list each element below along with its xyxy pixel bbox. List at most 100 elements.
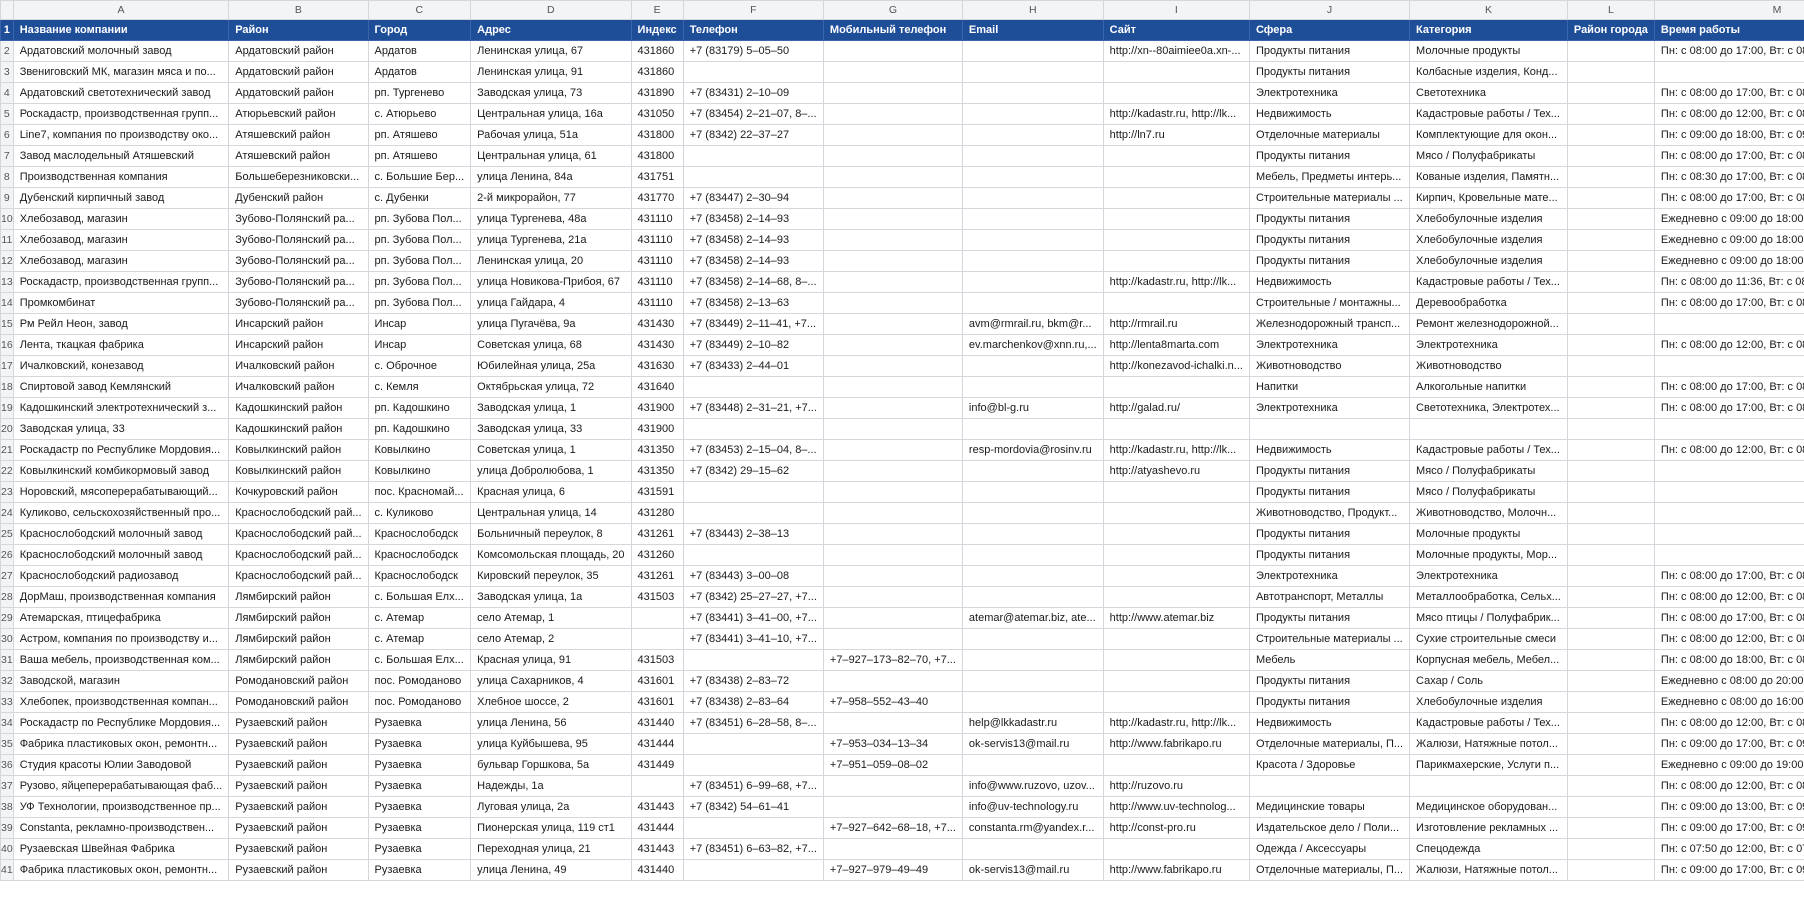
cell[interactable] <box>961 481 1104 503</box>
cell[interactable]: Рузаевский район <box>228 859 369 881</box>
cell[interactable]: http://galad.ru/ <box>1102 397 1250 419</box>
cell[interactable]: Надежды, 1а <box>470 775 632 797</box>
cell[interactable] <box>961 271 1104 293</box>
cell[interactable]: Пн: с 08:00 до 12:00, Вт: с 08:00 до 12:… <box>1653 334 1804 356</box>
cell[interactable]: Заводской, магазин <box>12 670 230 692</box>
cell[interactable]: 431110 <box>630 271 684 293</box>
cell[interactable]: Продукты питания <box>1248 523 1411 545</box>
cell[interactable]: +7 (83458) 2–14–93 <box>682 229 824 251</box>
cell[interactable]: Пн: с 08:00 до 17:00, Вт: с 08:00 до 17:… <box>1653 565 1804 587</box>
cell[interactable] <box>1248 418 1411 440</box>
cell[interactable]: Пн: с 08:00 до 11:36, Вт: с 08:00 до 11:… <box>1653 271 1804 293</box>
cell[interactable] <box>1566 145 1655 167</box>
cell[interactable]: Зубово-Полянский ра... <box>228 271 369 293</box>
cell[interactable]: Ежедневно с 08:00 до 16:00 <box>1653 691 1804 713</box>
cell[interactable]: Атюрьевский район <box>228 103 369 125</box>
cell[interactable]: Краснослободский рай... <box>228 544 369 566</box>
cell[interactable] <box>822 250 963 272</box>
cell[interactable] <box>1102 187 1250 209</box>
cell[interactable] <box>682 733 824 755</box>
cell[interactable] <box>1102 418 1250 440</box>
cell[interactable] <box>822 82 963 104</box>
cell[interactable]: +7–927–173–82–70, +7... <box>822 649 963 671</box>
cell[interactable] <box>961 586 1104 608</box>
cell[interactable] <box>961 61 1104 83</box>
cell[interactable]: http://www.fabrikapo.ru <box>1102 733 1250 755</box>
cell[interactable]: Мебель <box>1248 649 1411 671</box>
cell[interactable]: Центральная улица, 61 <box>470 145 632 167</box>
cell[interactable]: http://kadastr.ru, http://lk... <box>1102 712 1250 734</box>
cell[interactable]: Животноводство, Молочн... <box>1409 502 1568 524</box>
cell[interactable]: Рузаевский район <box>228 754 369 776</box>
cell[interactable] <box>1566 124 1655 146</box>
cell[interactable]: Одежда / Аксессуары <box>1248 838 1411 860</box>
cell[interactable]: улица Добролюбова, 1 <box>470 460 632 482</box>
cell[interactable]: Ичалковский район <box>228 376 369 398</box>
cell[interactable]: Заводская улица, 33 <box>470 418 632 440</box>
cell[interactable]: 431260 <box>630 544 684 566</box>
cell[interactable] <box>1102 670 1250 692</box>
cell[interactable]: Продукты питания <box>1248 460 1411 482</box>
cell[interactable] <box>822 796 963 818</box>
cell[interactable]: рп. Тургенево <box>367 82 472 104</box>
cell[interactable] <box>961 691 1104 713</box>
header-cell[interactable]: Email <box>961 19 1104 41</box>
cell[interactable]: улица Ленина, 84а <box>470 166 632 188</box>
cell[interactable]: http://ruzovo.ru <box>1102 775 1250 797</box>
cell[interactable]: Рузаевка <box>367 817 472 839</box>
cell[interactable]: Животноводство <box>1409 355 1568 377</box>
row-number[interactable]: 25 <box>0 523 14 545</box>
cell[interactable]: Пн: с 08:00 до 17:00, Вт: с 08:00 до 17:… <box>1653 292 1804 314</box>
cell[interactable]: Рузаевская Швейная Фабрика <box>12 838 230 860</box>
cell[interactable]: Зубово-Полянский ра... <box>228 208 369 230</box>
cell[interactable] <box>1102 82 1250 104</box>
cell[interactable]: http://www.uv-technolog... <box>1102 796 1250 818</box>
cell[interactable]: Деревообработка <box>1409 292 1568 314</box>
cell[interactable] <box>1566 481 1655 503</box>
cell[interactable]: улица Пугачёва, 9а <box>470 313 632 335</box>
row-number[interactable]: 18 <box>0 376 14 398</box>
cell[interactable]: Пн: с 08:00 до 17:00, Вт: с 08:00 до 17:… <box>1653 397 1804 419</box>
cell[interactable]: +7–951–059–08–02 <box>822 754 963 776</box>
cell[interactable] <box>1102 208 1250 230</box>
header-cell[interactable]: Время работы <box>1653 19 1804 41</box>
cell[interactable]: Ромодановский район <box>228 691 369 713</box>
cell[interactable]: Переходная улица, 21 <box>470 838 632 860</box>
cell[interactable]: Мясо птицы / Полуфабрик... <box>1409 607 1568 629</box>
cell[interactable] <box>1566 271 1655 293</box>
cell[interactable]: Constanta, рекламно-производствен... <box>12 817 230 839</box>
cell[interactable]: Пн: с 08:00 до 12:00, Вт: с 08:00 до 12:… <box>1653 628 1804 650</box>
cell[interactable]: Юбилейная улица, 25а <box>470 355 632 377</box>
cell[interactable] <box>961 355 1104 377</box>
cell[interactable] <box>1653 481 1804 503</box>
row-number[interactable]: 32 <box>0 670 14 692</box>
cell[interactable]: Животноводство, Продукт... <box>1248 502 1411 524</box>
cell[interactable]: Пн: с 08:00 до 12:00, Вт: с 08:00 до 12:… <box>1653 103 1804 125</box>
cell[interactable]: Ваша мебель, производственная ком... <box>12 649 230 671</box>
cell[interactable]: Алкогольные напитки <box>1409 376 1568 398</box>
cell[interactable] <box>1248 775 1411 797</box>
cell[interactable] <box>1566 292 1655 314</box>
row-number[interactable]: 14 <box>0 292 14 314</box>
cell[interactable] <box>822 502 963 524</box>
cell[interactable]: Заводская улица, 1а <box>470 586 632 608</box>
cell[interactable]: Медицинское оборудован... <box>1409 796 1568 818</box>
row-number[interactable]: 1 <box>0 19 14 41</box>
cell[interactable]: УФ Технологии, производственное пр... <box>12 796 230 818</box>
cell[interactable]: Луговая улица, 2а <box>470 796 632 818</box>
cell[interactable]: Производственная компания <box>12 166 230 188</box>
cell[interactable]: 431110 <box>630 229 684 251</box>
cell[interactable] <box>682 544 824 566</box>
cell[interactable]: Рузаевский район <box>228 775 369 797</box>
cell[interactable]: Ежедневно с 09:00 до 18:00 <box>1653 229 1804 251</box>
cell[interactable] <box>1409 418 1568 440</box>
cell[interactable]: Ромодановский район <box>228 670 369 692</box>
cell[interactable] <box>682 376 824 398</box>
row-number[interactable]: 22 <box>0 460 14 482</box>
cell[interactable]: рп. Зубова Пол... <box>367 229 472 251</box>
row-number[interactable]: 20 <box>0 418 14 440</box>
cell[interactable]: Атяшевский район <box>228 124 369 146</box>
row-number[interactable]: 17 <box>0 355 14 377</box>
cell[interactable] <box>682 166 824 188</box>
cell[interactable]: Краснослободск <box>367 544 472 566</box>
